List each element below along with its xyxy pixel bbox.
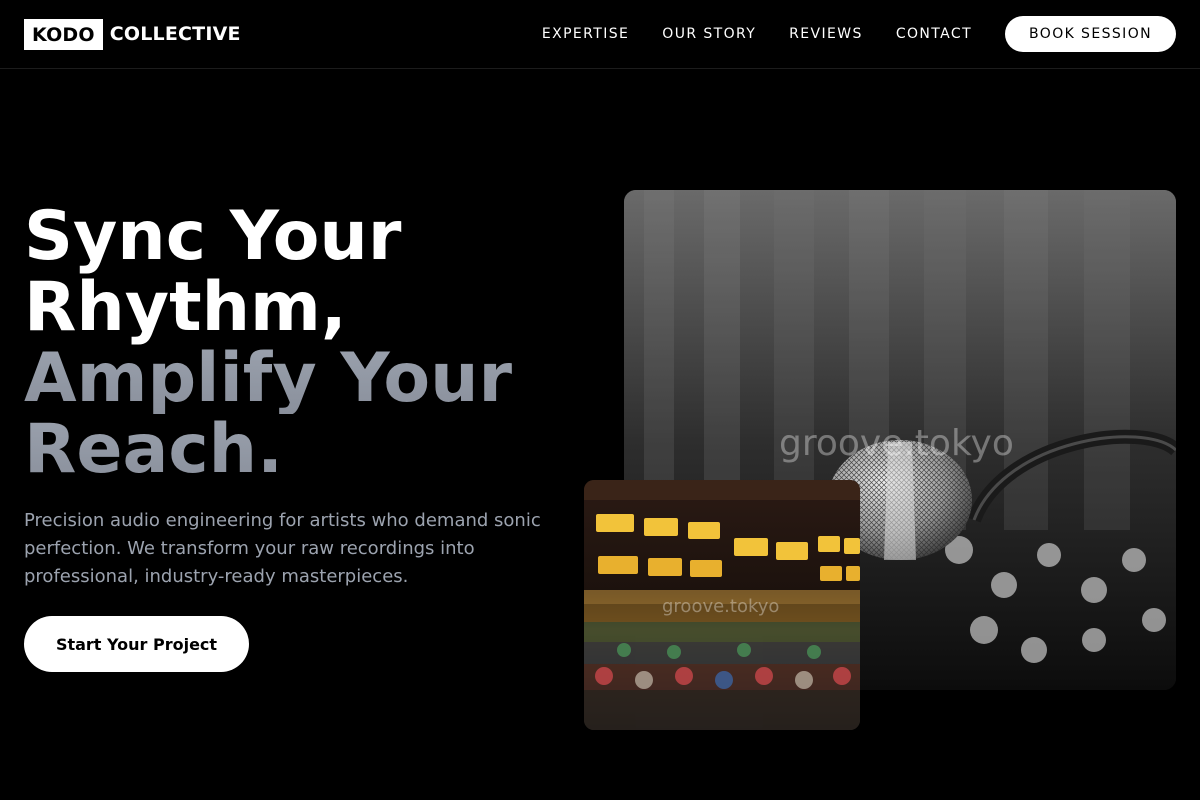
main-image-watermark: groove.tokyo: [779, 423, 1014, 464]
hero-headline: Sync Your Rhythm, Amplify Your Reach.: [24, 201, 584, 485]
book-session-button[interactable]: BOOK SESSION: [1005, 16, 1176, 52]
top-nav: KODO COLLECTIVE EXPERTISE OUR STORY REVI…: [0, 0, 1200, 69]
nav-link-reviews[interactable]: REVIEWS: [789, 26, 863, 42]
logo-box: KODO: [24, 18, 103, 50]
headline-line-3: Amplify Your: [24, 343, 584, 414]
hero-subtext: Precision audio engineering for artists …: [24, 510, 541, 587]
start-project-button[interactable]: Start Your Project: [24, 616, 249, 672]
nav-link-contact[interactable]: CONTACT: [896, 26, 972, 42]
hero-content: Sync Your Rhythm, Amplify Your Reach. Pr…: [24, 201, 584, 672]
small-image-watermark: groove.tokyo: [662, 596, 780, 617]
hero-image-console: groove.tokyo: [584, 480, 860, 730]
headline-line-4: Reach.: [24, 414, 584, 485]
nav-menu: EXPERTISE OUR STORY REVIEWS CONTACT BOOK…: [542, 16, 1176, 52]
headline-line-2: Rhythm,: [24, 268, 347, 347]
logo-text: COLLECTIVE: [109, 23, 241, 45]
nav-link-our-story[interactable]: OUR STORY: [662, 26, 756, 42]
headline-line-1: Sync Your: [24, 197, 402, 276]
brand-logo[interactable]: KODO COLLECTIVE: [24, 18, 241, 50]
nav-link-expertise[interactable]: EXPERTISE: [542, 26, 629, 42]
